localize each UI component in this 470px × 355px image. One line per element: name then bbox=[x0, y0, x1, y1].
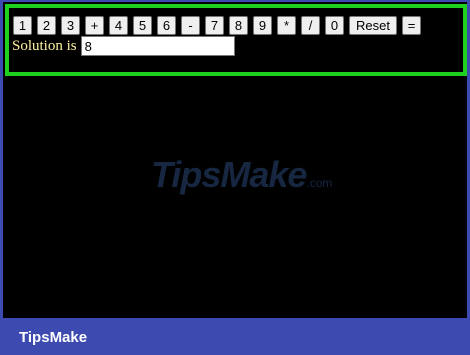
key-7-button[interactable]: 7 bbox=[205, 16, 224, 35]
watermark-text: TipsMake bbox=[151, 154, 307, 195]
key-divide-button[interactable]: / bbox=[301, 16, 320, 35]
key-9-button[interactable]: 9 bbox=[253, 16, 272, 35]
key-multiply-button[interactable]: * bbox=[277, 16, 296, 35]
solution-label: Solution is bbox=[12, 37, 77, 54]
watermark-logo: TipsMake.com bbox=[151, 154, 332, 196]
key-3-button[interactable]: 3 bbox=[61, 16, 80, 35]
key-8-button[interactable]: 8 bbox=[229, 16, 248, 35]
footer-bar: TipsMake bbox=[0, 318, 470, 355]
calculator-keypad: 1 2 3 + 4 5 6 - 7 8 9 * / 0 Reset = bbox=[13, 16, 426, 35]
key-4-button[interactable]: 4 bbox=[109, 16, 128, 35]
browser-viewport: 1 2 3 + 4 5 6 - 7 8 9 * / 0 Reset = Solu… bbox=[3, 2, 467, 318]
key-6-button[interactable]: 6 bbox=[157, 16, 176, 35]
key-1-button[interactable]: 1 bbox=[13, 16, 32, 35]
solution-row: Solution is 8 bbox=[12, 36, 235, 56]
key-5-button[interactable]: 5 bbox=[133, 16, 152, 35]
key-minus-button[interactable]: - bbox=[181, 16, 200, 35]
equals-button[interactable]: = bbox=[402, 16, 421, 35]
footer-brand: TipsMake bbox=[19, 329, 88, 346]
watermark-tld: .com bbox=[306, 176, 333, 190]
solution-field[interactable]: 8 bbox=[80, 36, 235, 56]
calculator-panel: 1 2 3 + 4 5 6 - 7 8 9 * / 0 Reset = Solu… bbox=[5, 4, 467, 76]
key-0-button[interactable]: 0 bbox=[325, 16, 344, 35]
reset-button[interactable]: Reset bbox=[349, 16, 397, 35]
key-plus-button[interactable]: + bbox=[85, 16, 104, 35]
key-2-button[interactable]: 2 bbox=[37, 16, 56, 35]
